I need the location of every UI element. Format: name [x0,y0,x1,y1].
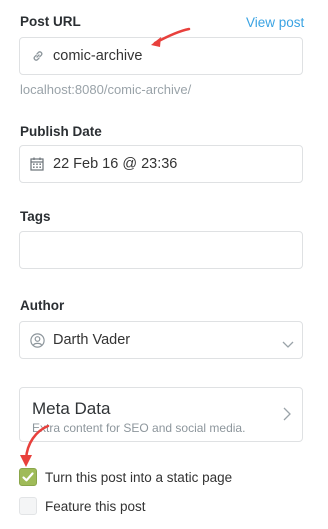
calendar-icon [30,157,44,176]
publish-date-label: Publish Date [20,124,102,139]
post-url-input[interactable]: comic-archive [53,48,142,64]
tags-label: Tags [20,209,51,224]
post-settings-panel: Post URL View post comic-archive localho… [0,0,328,529]
tags-input[interactable] [19,231,303,269]
meta-data-button[interactable]: Meta Data Extra content for SEO and soci… [19,387,303,442]
view-post-link[interactable]: View post [246,15,304,30]
meta-data-title: Meta Data [32,399,111,418]
chevron-down-icon [282,336,294,354]
static-page-label[interactable]: Turn this post into a static page [45,470,232,485]
post-url-preview: localhost:8080/comic-archive/ [20,82,192,97]
static-page-checkbox[interactable] [19,468,37,486]
publish-date-field[interactable]: 22 Feb 16 @ 23:36 [19,145,303,183]
annotation-arrow-checkbox [20,424,50,467]
checkmark-icon [22,472,34,482]
meta-data-subtitle: Extra content for SEO and social media. [32,421,246,435]
publish-date-input[interactable]: 22 Feb 16 @ 23:36 [53,156,177,172]
feature-post-label[interactable]: Feature this post [45,499,146,514]
post-url-label: Post URL [20,14,81,29]
feature-post-checkbox[interactable] [19,497,37,515]
author-label: Author [20,298,65,313]
annotation-arrow-url [151,27,191,47]
author-select[interactable]: Darth Vader [19,321,303,359]
user-icon [30,333,45,353]
link-icon [31,49,45,68]
chevron-right-icon [283,407,291,426]
author-selected: Darth Vader [53,332,131,348]
